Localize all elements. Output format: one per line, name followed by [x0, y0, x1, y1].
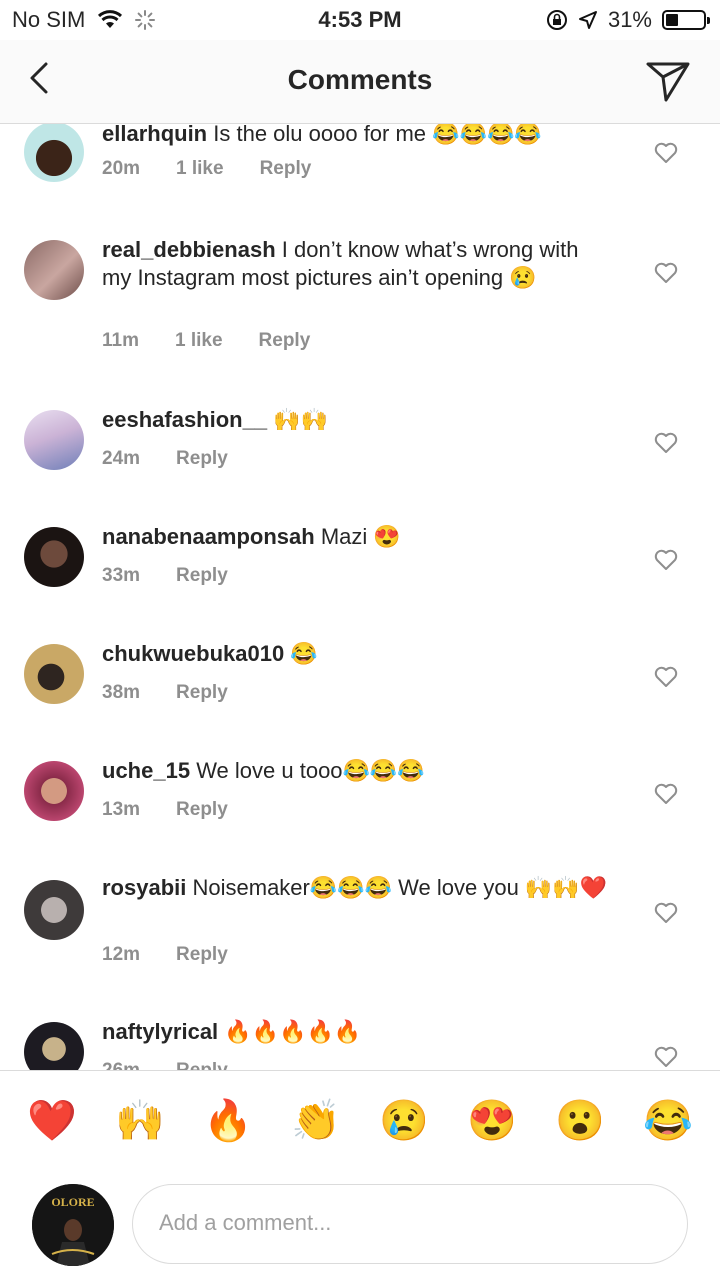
comment-time: 11m	[102, 330, 139, 351]
comment-body: Noisemaker😂😂😂 We love you 🙌🙌❤️	[192, 875, 608, 900]
location-arrow-icon	[578, 11, 597, 29]
avatar[interactable]	[24, 527, 84, 587]
comment-meta: 38m Reply	[102, 682, 264, 704]
comment-username[interactable]: rosyabii	[102, 875, 186, 900]
orientation-lock-icon	[546, 10, 567, 30]
comment-meta: 24m Reply	[102, 448, 264, 470]
reaction-surprised[interactable]: 😮	[552, 1097, 608, 1145]
comment-body: Mazi 😍	[320, 524, 401, 549]
reaction-fire[interactable]: 🔥	[200, 1097, 256, 1145]
comments-list[interactable]: ellarhquin Is the olu oooo for me 😂😂😂😂 2…	[0, 124, 720, 1070]
comment-text: rosyabii Noisemaker😂😂😂 We love you 🙌🙌❤️	[102, 874, 612, 902]
comment-text: real_debbienash I don’t know what’s wron…	[102, 236, 612, 292]
status-bar: No SIM 4:53 PM 31%	[0, 0, 720, 40]
avatar[interactable]	[24, 761, 84, 821]
reply-button[interactable]: Reply	[259, 330, 311, 352]
comment-text: nanabenaamponsah Mazi 😍	[102, 523, 612, 551]
avatar[interactable]	[24, 410, 84, 470]
comment-time: 20m	[102, 158, 141, 179]
comment-input[interactable]	[157, 1209, 661, 1237]
comment-meta: 11m 1 like Reply	[102, 330, 346, 352]
avatar-logo: OLORE	[32, 1184, 114, 1266]
heart-outline-icon[interactable]	[654, 1046, 678, 1068]
comment-body: We love u tooo😂😂😂	[196, 758, 425, 783]
quick-reactions-bar: ❤️ 🙌 🔥 👏 😢 😍 😮 😂	[0, 1070, 720, 1176]
comment-text: eeshafashion__ 🙌🙌	[102, 406, 612, 434]
reply-button[interactable]: Reply	[176, 1060, 228, 1070]
status-right: 31%	[546, 7, 710, 33]
reaction-heart-eyes[interactable]: 😍	[464, 1097, 520, 1145]
comment-text: naftylyrical 🔥🔥🔥🔥🔥	[102, 1018, 612, 1046]
heart-outline-icon[interactable]	[654, 666, 678, 688]
page-title: Comments	[287, 64, 433, 95]
heart-outline-icon[interactable]	[654, 262, 678, 284]
reaction-heart[interactable]: ❤️	[24, 1097, 80, 1145]
reaction-cry[interactable]: 😢	[376, 1097, 432, 1145]
comment-likes[interactable]: 1 like	[175, 330, 223, 352]
heart-outline-icon[interactable]	[654, 783, 678, 805]
reaction-laugh[interactable]: 😂	[640, 1097, 696, 1145]
send-icon[interactable]	[644, 56, 692, 104]
comment-username[interactable]: uche_15	[102, 758, 190, 783]
heart-outline-icon[interactable]	[654, 142, 678, 164]
heart-outline-icon[interactable]	[654, 549, 678, 571]
comment-time: 33m	[102, 565, 141, 586]
reply-button[interactable]: Reply	[176, 565, 228, 587]
comment-input-wrapper	[132, 1184, 688, 1264]
comment-body: 😂	[290, 641, 318, 666]
my-avatar[interactable]: OLORE	[32, 1184, 114, 1266]
reply-button[interactable]: Reply	[176, 944, 228, 966]
avatar[interactable]	[24, 1022, 84, 1070]
reply-button[interactable]: Reply	[176, 682, 228, 704]
avatar-logo-text: OLORE	[51, 1195, 94, 1209]
comment-body: 🙌🙌	[273, 407, 328, 432]
comment-time: 24m	[102, 448, 141, 469]
nav-bar: Comments	[0, 40, 720, 124]
comment-time: 26m	[102, 1060, 140, 1070]
avatar[interactable]	[24, 880, 84, 940]
reply-button[interactable]: Reply	[260, 158, 312, 180]
comment-username[interactable]: naftylyrical	[102, 1019, 218, 1044]
battery-icon	[662, 10, 710, 30]
comment-username[interactable]: chukwuebuka010	[102, 641, 284, 666]
comment-username[interactable]: eeshafashion__	[102, 407, 267, 432]
comment-likes[interactable]: 1 like	[176, 158, 224, 180]
comment-meta: 12m Reply	[102, 944, 264, 966]
comment-username[interactable]: ellarhquin	[102, 124, 207, 146]
comment-body: Is the olu oooo for me 😂😂😂😂	[213, 124, 542, 146]
avatar[interactable]	[24, 124, 84, 182]
comment-composer: OLORE	[0, 1176, 720, 1280]
avatar[interactable]	[24, 240, 84, 300]
comment-text: chukwuebuka010 😂	[102, 640, 612, 668]
comment-text: uche_15 We love u tooo😂😂😂	[102, 757, 612, 785]
avatar[interactable]	[24, 644, 84, 704]
comment-text: ellarhquin Is the olu oooo for me 😂😂😂😂	[102, 124, 612, 148]
reaction-clap[interactable]: 👏	[288, 1097, 344, 1145]
comment-body: 🔥🔥🔥🔥🔥	[224, 1019, 362, 1044]
reply-button[interactable]: Reply	[176, 448, 228, 470]
comment-meta: 13m Reply	[102, 799, 264, 821]
comment-meta: 20m 1 like Reply	[102, 158, 347, 180]
comment-time: 13m	[102, 799, 141, 820]
heart-outline-icon[interactable]	[654, 902, 678, 924]
reply-button[interactable]: Reply	[176, 799, 228, 821]
battery-percent: 31%	[607, 7, 652, 32]
reaction-raised-hands[interactable]: 🙌	[112, 1097, 168, 1145]
comment-meta: 33m Reply	[102, 565, 264, 587]
comment-username[interactable]: real_debbienash	[102, 237, 276, 262]
comment-meta: 26m Reply	[102, 1060, 264, 1070]
comment-time: 38m	[102, 682, 141, 703]
heart-outline-icon[interactable]	[654, 432, 678, 454]
comment-username[interactable]: nanabenaamponsah	[102, 524, 315, 549]
comment-time: 12m	[102, 944, 141, 965]
